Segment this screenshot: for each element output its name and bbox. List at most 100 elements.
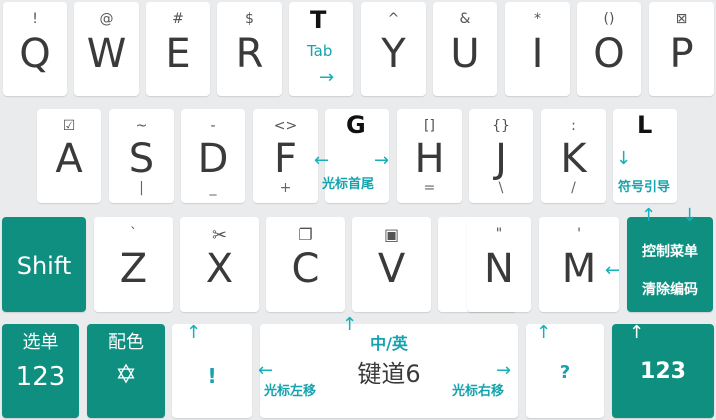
hint-symbol-quote: 符号引导: [618, 180, 671, 195]
key-a-label: A: [55, 136, 83, 182]
key-j[interactable]: {} J \: [469, 109, 533, 203]
number-up-arrow-icon: ↑: [629, 322, 645, 343]
key-d-bottom: _: [209, 180, 217, 196]
control-menu-key[interactable]: 控制菜单 清除编码: [627, 217, 713, 312]
key-c[interactable]: ❐ C: [266, 217, 345, 312]
key-p[interactable]: ⊠ P: [649, 2, 714, 96]
clear-code-label: 清除编码: [642, 282, 698, 298]
key-y[interactable]: ^ Y: [361, 2, 426, 96]
key-h-label: H: [414, 136, 445, 182]
key-f-bottom: +: [279, 180, 292, 196]
key-r[interactable]: $ R: [217, 2, 282, 96]
key-k-bottom: /: [571, 180, 576, 196]
key-o-symbol: (): [603, 11, 615, 27]
key-a[interactable]: ☑ A: [37, 109, 101, 203]
paste-icon: ▣: [383, 225, 400, 244]
clear-left-arrow-icon: ←: [605, 260, 621, 281]
key-u-symbol: &: [459, 11, 471, 27]
number-key[interactable]: 123: [612, 324, 714, 418]
color-scheme-key[interactable]: 配色 ✡: [87, 324, 165, 418]
key-q-symbol: !: [32, 11, 38, 27]
key-w-symbol: @: [99, 11, 114, 27]
key-s[interactable]: ~ S |: [109, 109, 174, 203]
key-w[interactable]: @ W: [74, 2, 139, 96]
key-f[interactable]: <> F +: [253, 109, 318, 203]
key-q[interactable]: ! Q: [3, 2, 67, 96]
key-n-label: N: [484, 246, 514, 292]
hint-cursor-home-end: 光标首尾: [322, 177, 375, 192]
key-z[interactable]: ` Z: [94, 217, 173, 312]
key-k-symbol: :: [571, 118, 576, 134]
key-i[interactable]: * I: [505, 2, 570, 96]
symbol-down-arrow-icon: ↓: [616, 148, 632, 169]
key-u-label: U: [450, 31, 480, 77]
color-scheme-label: 配色: [108, 332, 144, 353]
key-t-tab-label: Tab: [307, 42, 333, 60]
key-d[interactable]: - D _: [181, 109, 245, 203]
key-i-label: I: [531, 31, 544, 77]
space-left-arrow-icon: ←: [258, 360, 274, 381]
key-s-label: S: [128, 136, 155, 182]
select-menu-key[interactable]: 选单 123: [2, 324, 79, 418]
hint-cursor-left: 光标左移: [264, 384, 317, 399]
key-s-symbol: ~: [135, 118, 148, 134]
key-c-label: C: [291, 246, 320, 292]
key-d-label: D: [197, 136, 229, 182]
control-down-arrow-icon: ↓: [682, 205, 698, 226]
space-right-arrow-icon: →: [496, 360, 512, 381]
control-menu-label: 控制菜单: [642, 244, 698, 260]
key-j-bottom: \: [498, 180, 504, 196]
keyboard: ! Q @ W # E $ R T Tab → ^ Y & U * I () O…: [0, 0, 716, 420]
key-g-letter: G: [346, 111, 366, 139]
key-e[interactable]: # E: [146, 2, 210, 96]
key-x[interactable]: ✂ X: [180, 217, 259, 312]
key-j-label: J: [495, 136, 507, 182]
key-o[interactable]: () O: [577, 2, 641, 96]
key-s-bottom: |: [139, 180, 144, 196]
key-n-symbol: ": [495, 226, 503, 242]
key-l-letter: L: [637, 111, 653, 139]
key-r-label: R: [235, 31, 264, 77]
select-menu-label: 选单: [22, 332, 59, 353]
star-of-david-icon: ✡: [115, 360, 137, 390]
key-h[interactable]: [] H =: [397, 109, 462, 203]
key-y-symbol: ^: [387, 11, 400, 27]
key-p-symbol: ⊠: [675, 11, 688, 27]
key-o-label: O: [593, 31, 625, 77]
cursor-right-arrow-icon: →: [374, 150, 390, 171]
shift-key[interactable]: Shift: [2, 217, 86, 312]
key-u[interactable]: & U: [433, 2, 497, 96]
space-lang-toggle: 中/英: [370, 334, 408, 353]
key-k-label: K: [560, 136, 587, 182]
exclamation-key[interactable]: !: [172, 324, 252, 418]
question-label: ?: [559, 362, 571, 383]
key-f-symbol: <>: [273, 118, 298, 134]
space-key[interactable]: 中/英 键道6: [260, 324, 518, 418]
key-y-label: Y: [381, 31, 406, 77]
scissors-icon: ✂: [211, 225, 228, 246]
key-h-bottom: =: [423, 180, 436, 196]
key-w-label: W: [86, 31, 127, 77]
copy-icon: ❐: [298, 225, 313, 244]
hint-cursor-right: 光标右移: [452, 384, 505, 399]
select-menu-number: 123: [15, 362, 66, 392]
key-i-symbol: *: [534, 11, 541, 27]
shift-label: Shift: [16, 252, 72, 280]
key-r-symbol: $: [245, 11, 254, 27]
key-j-symbol: {}: [492, 118, 510, 134]
key-f-label: F: [273, 136, 297, 182]
control-up-arrow-icon: ↑: [641, 205, 657, 226]
key-e-symbol: #: [172, 11, 184, 27]
key-k[interactable]: : K /: [541, 109, 606, 203]
key-p-label: P: [669, 31, 694, 77]
number-key-label: 123: [640, 359, 686, 384]
key-m-symbol: ': [577, 226, 581, 242]
key-q-label: Q: [19, 31, 51, 77]
key-t[interactable]: T Tab →: [289, 2, 353, 96]
key-v[interactable]: ▣ V: [352, 217, 431, 312]
key-d-symbol: -: [210, 118, 216, 134]
space-up-arrow-icon: ↑: [342, 314, 358, 335]
exclamation-label: !: [207, 364, 217, 388]
key-t-letter: T: [310, 6, 327, 34]
key-n[interactable]: " N: [467, 217, 531, 312]
